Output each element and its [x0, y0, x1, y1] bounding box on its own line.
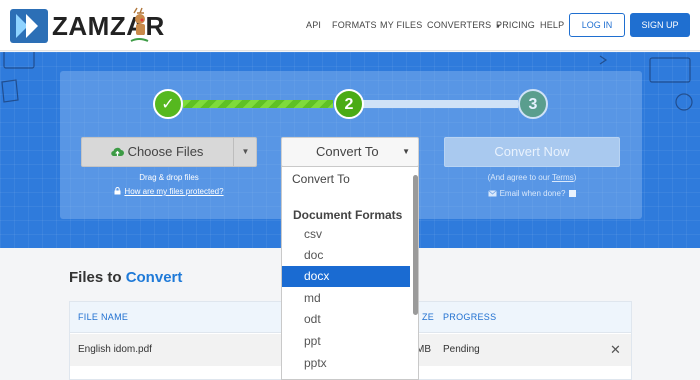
- nav-converters[interactable]: CONVERTERS ▼: [427, 20, 502, 30]
- format-option-md[interactable]: md: [282, 288, 410, 309]
- terms-link[interactable]: Terms: [552, 173, 574, 182]
- choose-files-button[interactable]: Choose Files ▼: [81, 137, 257, 167]
- column-progress: PROGRESS: [443, 312, 497, 322]
- format-option-pptx[interactable]: pptx: [282, 353, 410, 374]
- envelope-icon: [487, 190, 497, 197]
- convert-to-select[interactable]: Convert To ▼: [281, 137, 419, 167]
- email-checkbox[interactable]: [569, 190, 577, 197]
- format-option-docx[interactable]: docx: [282, 266, 410, 287]
- email-when-done: Email when done?: [444, 189, 620, 198]
- format-option-ppt[interactable]: ppt: [282, 331, 410, 352]
- nav-my-files[interactable]: MY FILES: [380, 20, 422, 30]
- lock-icon: [114, 187, 121, 195]
- files-protected-link[interactable]: How are my files protected?: [81, 187, 257, 196]
- email-when-done-label: Email when done?: [499, 189, 566, 198]
- zamzar-logo[interactable]: ZAMZAR: [10, 7, 164, 45]
- terms-agreement: (And agree to our Terms): [444, 173, 620, 182]
- choose-source-dropdown[interactable]: ▼: [233, 138, 257, 166]
- file-name-cell: English idom.pdf: [78, 344, 152, 355]
- upload-cloud-icon: [110, 147, 124, 157]
- step-3-indicator: 3: [518, 89, 548, 119]
- files-title-accent: Convert: [125, 269, 183, 286]
- dropdown-scrollbar[interactable]: [413, 175, 418, 315]
- files-title-prefix: Files to: [69, 269, 122, 286]
- terms-prefix: (And agree to our: [487, 173, 552, 182]
- progress-line-complete: [183, 100, 333, 108]
- nav-pricing[interactable]: PRICING: [496, 20, 535, 30]
- nav-formats[interactable]: FORMATS: [332, 20, 377, 30]
- signup-button[interactable]: SIGN UP: [630, 13, 690, 37]
- dropdown-placeholder[interactable]: Convert To: [282, 169, 410, 190]
- nav-converters-label: CONVERTERS: [427, 20, 492, 30]
- site-header: ZAMZAR API FORMATS MY FILES CONVERTERS ▼ …: [0, 0, 700, 51]
- column-size: ZE: [422, 312, 435, 322]
- convert-to-dropdown-list: Convert To Document Formats csv doc docx…: [281, 166, 419, 380]
- choose-files-label: Choose Files: [127, 144, 204, 159]
- logo-arrow-icon: [10, 9, 48, 43]
- convert-to-value: Convert To: [316, 144, 379, 159]
- choose-files-main[interactable]: Choose Files: [82, 138, 232, 166]
- progress-line-pending: [363, 100, 518, 108]
- nav-help[interactable]: HELP: [540, 20, 564, 30]
- drag-drop-hint: Drag & drop files: [139, 173, 199, 182]
- reindeer-icon: [128, 7, 150, 45]
- files-section-title: Files to Convert: [69, 269, 182, 286]
- caret-down-icon: ▼: [402, 147, 410, 156]
- dropdown-group-label: Document Formats: [293, 208, 403, 222]
- format-option-csv[interactable]: csv: [282, 224, 410, 245]
- column-file-name: FILE NAME: [78, 312, 129, 322]
- caret-down-icon: ▼: [241, 147, 250, 156]
- nav-api[interactable]: API: [306, 20, 321, 30]
- terms-suffix: ): [573, 173, 577, 182]
- step-2-indicator: 2: [334, 89, 364, 119]
- login-button[interactable]: LOG IN: [569, 13, 625, 37]
- file-progress-cell: Pending: [443, 344, 480, 355]
- remove-file-icon[interactable]: ✕: [610, 334, 621, 366]
- format-option-odt[interactable]: odt: [282, 309, 410, 330]
- convert-now-button[interactable]: Convert Now: [444, 137, 620, 167]
- files-protected-label: How are my files protected?: [124, 187, 224, 196]
- step-1-indicator: ✓: [153, 89, 183, 119]
- format-option-doc[interactable]: doc: [282, 245, 410, 266]
